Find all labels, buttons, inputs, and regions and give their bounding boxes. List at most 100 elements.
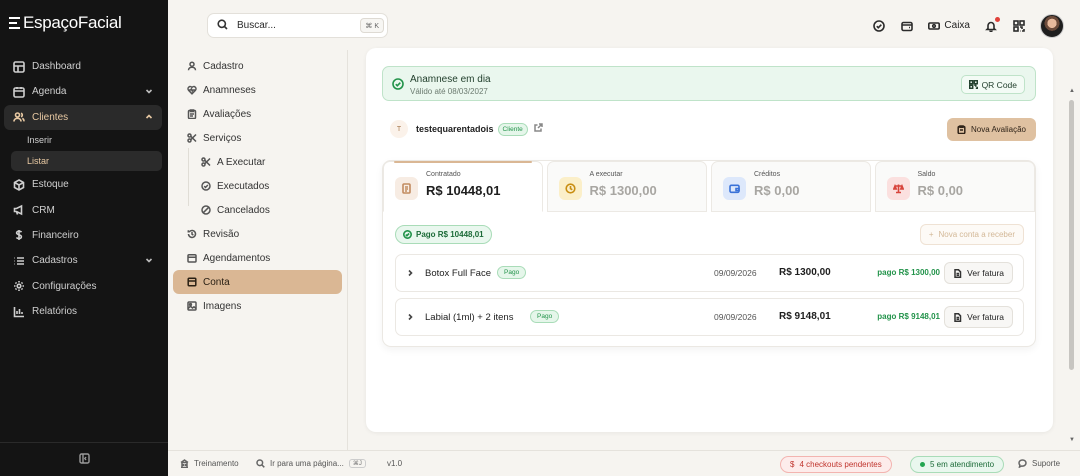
new-receivable-button[interactable]: + Nova conta a receber (919, 224, 1024, 245)
submenu-item-avaliacoes[interactable]: Avaliações (173, 102, 342, 126)
clipboard-icon (186, 109, 197, 120)
image-icon (186, 301, 197, 312)
client-badge: Cliente (497, 122, 528, 136)
submenu-label: Anamneses (203, 84, 256, 96)
view-invoice-label: Ver fatura (967, 268, 1004, 278)
in-attendance-pill[interactable]: 5 em atendimento (910, 456, 1005, 473)
bell-icon[interactable] (984, 16, 1000, 33)
banner-subtitle: Válido até 08/03/2027 (410, 87, 488, 96)
sidebar-item-relatorios[interactable]: Relatórios (4, 299, 162, 324)
view-invoice-label: Ver fatura (967, 312, 1004, 322)
invoice-row[interactable]: Botox Full Face Pago 09/09/2026 R$ 1300,… (395, 254, 1024, 292)
submenu-item-anamneses[interactable]: Anamneses (173, 78, 342, 102)
main-sidebar: EspaçoFacial Dashboard Agenda Clientes I… (0, 0, 168, 476)
chevron-right-icon[interactable] (406, 313, 414, 321)
qr-code-button[interactable]: QR Code (960, 75, 1025, 94)
invoice-row[interactable]: Labial (1ml) + 2 itens Pago 09/09/2026 R… (395, 298, 1024, 336)
chevron-up-icon (145, 113, 153, 121)
scrollbar-thumb[interactable] (1069, 100, 1074, 370)
search-box[interactable]: Buscar... ⌘ K (207, 13, 388, 38)
qr-code-label: QR Code (981, 79, 1017, 90)
invoice-description: Labial (1ml) + 2 itens (425, 312, 514, 323)
building-icon (180, 459, 189, 468)
notification-dot (995, 16, 1000, 22)
search-icon (256, 459, 265, 468)
dollar-icon: $ (790, 460, 795, 469)
submenu-item-agendamentos[interactable]: Agendamentos (173, 246, 342, 270)
submenu-label: Serviços (203, 132, 242, 144)
stats-tabs: Contratado R$ 10448,01 A executar R$ 130… (383, 161, 1035, 213)
user-avatar[interactable] (1040, 13, 1064, 38)
stat-label: Créditos (754, 171, 781, 178)
submenu-item-imagens[interactable]: Imagens (173, 294, 342, 318)
sidebar-item-configuracoes[interactable]: Configurações (4, 274, 162, 299)
training-link[interactable]: Treinamento (180, 459, 239, 468)
submenu-label: Cancelados (217, 204, 270, 216)
submenu-item-a-executar[interactable]: A Executar (173, 150, 342, 174)
qr-code-icon[interactable] (1012, 19, 1026, 33)
cash-icon (928, 21, 941, 30)
scroll-up-arrow[interactable]: ▲ (1069, 88, 1075, 94)
submenu-item-executados[interactable]: Executados (173, 174, 342, 198)
box-icon (12, 178, 25, 191)
new-evaluation-button[interactable]: Nova Avaliação (947, 118, 1036, 141)
in-attendance-label: 5 em atendimento (930, 460, 995, 469)
submenu-label: Conta (203, 276, 230, 288)
stat-creditos[interactable]: Créditos R$ 0,00 (711, 161, 871, 212)
sidebar-item-label: Financeiro (32, 229, 79, 241)
support-link[interactable]: Suporte (1018, 459, 1060, 468)
submenu-item-servicos[interactable]: Serviços (173, 126, 342, 150)
submenu-item-conta[interactable]: Conta (173, 270, 342, 294)
external-link-icon[interactable] (534, 123, 543, 135)
main-nav: Dashboard Agenda Clientes Inserir Listar… (4, 54, 162, 325)
app-logo[interactable]: EspaçoFacial (9, 13, 122, 33)
sidebar-item-clientes[interactable]: Clientes (4, 104, 162, 130)
sidebar-item-financeiro[interactable]: Financeiro (4, 223, 162, 248)
new-evaluation-label: Nova Avaliação (971, 125, 1026, 134)
caixa-button[interactable]: Caixa (928, 20, 970, 32)
submenu-item-cadastro[interactable]: Cadastro (173, 54, 342, 78)
stat-value: R$ 10448,01 (426, 183, 501, 198)
sidebar-item-estoque[interactable]: Estoque (4, 172, 162, 197)
submenu-item-revisao[interactable]: Revisão (173, 222, 342, 246)
paid-total-pill: Pago R$ 10448,01 (395, 225, 492, 244)
scroll-down-arrow[interactable]: ▼ (1069, 437, 1075, 443)
submenu-item-cancelados[interactable]: Cancelados (173, 198, 342, 222)
sidebar-item-agenda[interactable]: Agenda (4, 79, 162, 104)
sidebar-subitem-inserir[interactable]: Inserir (11, 130, 162, 150)
stat-contratado[interactable]: Contratado R$ 10448,01 (383, 161, 543, 212)
chevron-down-icon (145, 87, 153, 95)
view-invoice-button[interactable]: Ver fatura (944, 306, 1013, 328)
support-label: Suporte (1032, 459, 1061, 468)
submenu-label: Agendamentos (203, 252, 271, 264)
check-circle-icon (403, 230, 412, 239)
collapse-sidebar-button[interactable] (0, 442, 168, 476)
submenu-label: Cadastro (203, 60, 244, 72)
chart-icon (12, 305, 25, 318)
sidebar-subitem-listar[interactable]: Listar (11, 151, 162, 172)
pending-checkouts-pill[interactable]: $ 4 checkouts pendentes (780, 456, 892, 473)
wallet-icon (723, 177, 746, 200)
new-receivable-label: Nova conta a receber (938, 230, 1016, 239)
calendar-icon (186, 253, 197, 264)
calendar-icon (12, 85, 25, 98)
sidebar-item-label: Clientes (32, 111, 69, 123)
sidebar-item-dashboard[interactable]: Dashboard (4, 54, 162, 79)
stat-a-executar[interactable]: A executar R$ 1300,00 (546, 161, 707, 212)
stat-saldo[interactable]: Saldo R$ 0,00 (874, 161, 1035, 212)
stat-value: R$ 0,00 (917, 183, 964, 198)
stat-label: Saldo (917, 171, 936, 178)
goto-page-search[interactable]: Ir para uma página... ⌘J (256, 459, 366, 468)
invoice-amount: R$ 9148,01 (779, 311, 831, 322)
sidebar-item-label: Estoque (32, 179, 69, 191)
goto-placeholder: Ir para uma página... (270, 459, 344, 468)
chat-icon (1018, 459, 1027, 468)
chevron-right-icon[interactable] (406, 269, 414, 277)
wallet-icon[interactable] (900, 19, 914, 33)
view-invoice-button[interactable]: Ver fatura (944, 262, 1013, 284)
sidebar-item-crm[interactable]: CRM (4, 198, 162, 223)
account-summary-panel: Contratado R$ 10448,01 A executar R$ 130… (382, 160, 1036, 347)
invoice-status-badge: Pago (497, 266, 527, 279)
check-circle-icon[interactable] (872, 19, 886, 33)
sidebar-item-cadastros[interactable]: Cadastros (4, 248, 162, 273)
